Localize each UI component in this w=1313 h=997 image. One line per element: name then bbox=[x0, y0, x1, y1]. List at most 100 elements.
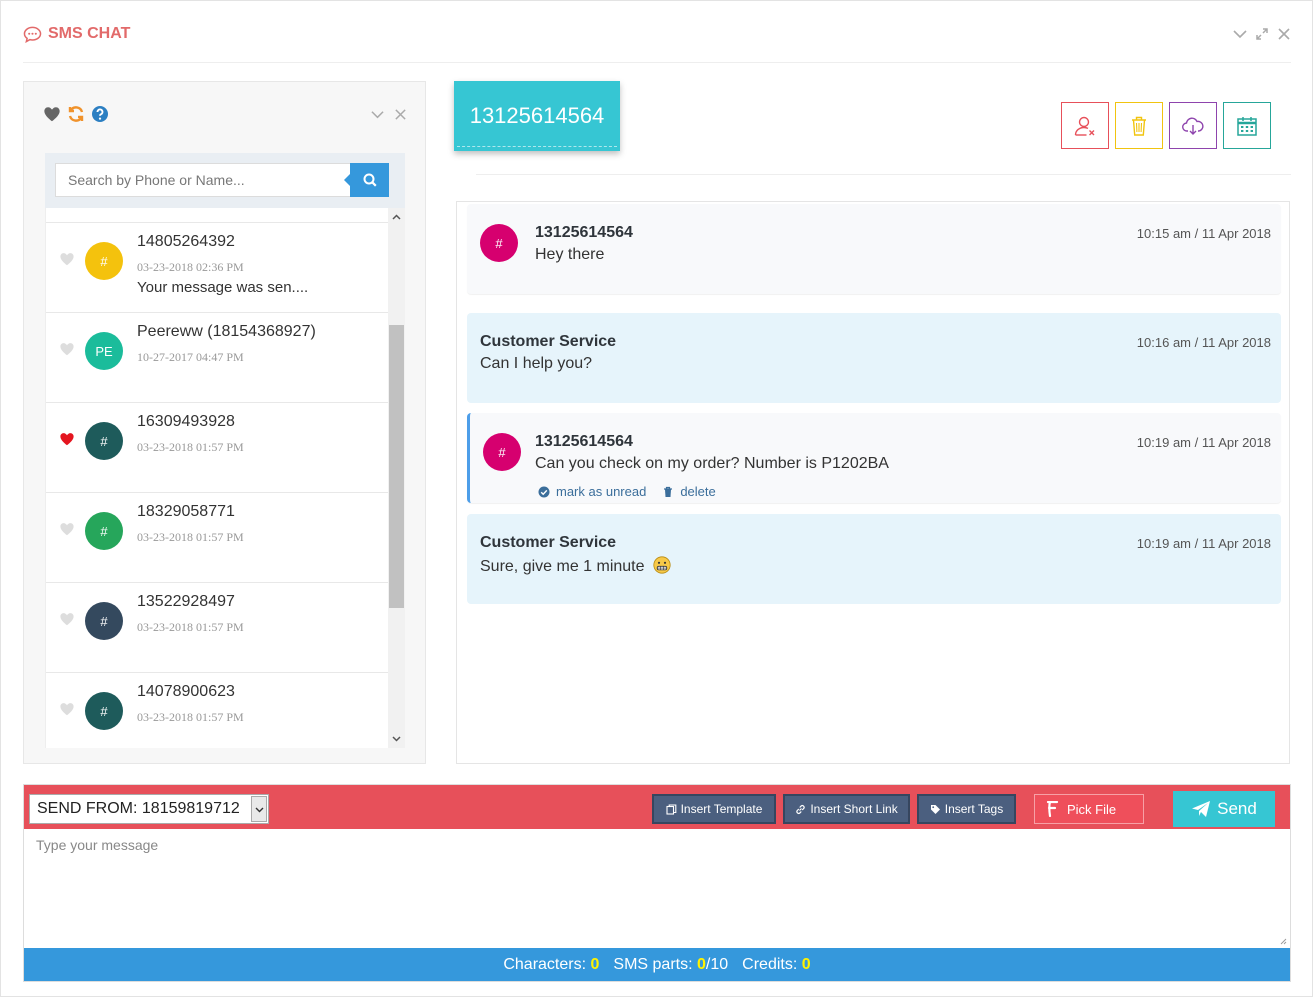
link-icon bbox=[796, 804, 806, 814]
help-icon[interactable] bbox=[91, 105, 109, 123]
refresh-icon[interactable] bbox=[67, 105, 85, 123]
contact-search-input[interactable] bbox=[55, 163, 351, 197]
scroll-up-arrow-icon[interactable] bbox=[392, 213, 401, 222]
message-incoming: # 13125614564 Can you check on my order?… bbox=[467, 413, 1281, 503]
collapse-chevron-icon[interactable] bbox=[371, 108, 384, 121]
favorite-heart-icon[interactable] bbox=[59, 612, 75, 628]
user-remove-icon bbox=[1074, 116, 1095, 136]
contact-list-scrollbar[interactable] bbox=[388, 208, 405, 748]
avatar: PE bbox=[85, 332, 123, 370]
send-button[interactable]: Send bbox=[1173, 791, 1275, 827]
contact-date: 03-23-2018 01:57 PM bbox=[137, 620, 244, 634]
fullscreen-icon[interactable] bbox=[1255, 27, 1269, 41]
portlet-title-bar: SMS CHAT bbox=[23, 1, 1291, 63]
scrollbar-thumb[interactable] bbox=[389, 325, 404, 608]
contact-item[interactable]: # 14805264392 03-23-2018 02:36 PM Your m… bbox=[46, 222, 388, 312]
close-icon[interactable] bbox=[1277, 27, 1291, 41]
message-outgoing: Customer Service Sure, give me 1 minute … bbox=[467, 514, 1281, 604]
contact-name: 14805264392 bbox=[137, 233, 235, 250]
search-button[interactable] bbox=[344, 163, 389, 197]
message-sender: 13125614564 bbox=[535, 224, 633, 241]
favorite-heart-icon[interactable] bbox=[59, 432, 75, 448]
contact-date: 03-23-2018 01:57 PM bbox=[137, 710, 244, 724]
insert-template-button[interactable]: Insert Template bbox=[652, 794, 776, 824]
trash-icon bbox=[664, 486, 673, 497]
favorite-heart-icon[interactable] bbox=[59, 252, 75, 268]
conversation-phone-badge: 13125614564 bbox=[454, 81, 620, 151]
paper-plane-icon bbox=[1192, 801, 1211, 817]
contact-date: 03-23-2018 01:57 PM bbox=[137, 440, 244, 454]
delete-label: delete bbox=[680, 484, 716, 499]
collapse-chevron-icon[interactable] bbox=[1233, 27, 1247, 41]
insert-short-link-label: Insert Short Link bbox=[810, 802, 898, 816]
message-text: Can I help you? bbox=[480, 355, 593, 372]
contact-item[interactable]: # 16309493928 03-23-2018 01:57 PM bbox=[46, 402, 388, 492]
mark-unread-link[interactable]: mark as unread bbox=[538, 484, 646, 499]
cloud-download-icon bbox=[1182, 117, 1204, 135]
message-textarea[interactable] bbox=[24, 829, 1290, 948]
contact-item[interactable]: # 14078900623 03-23-2018 01:57 PM bbox=[46, 672, 388, 748]
insert-short-link-button[interactable]: Insert Short Link bbox=[783, 794, 910, 824]
message-avatar: # bbox=[483, 433, 521, 471]
block-contact-button[interactable] bbox=[1061, 102, 1109, 149]
send-from-value: SEND FROM: 18159819712 bbox=[37, 800, 240, 817]
chat-bubble-icon bbox=[23, 26, 42, 43]
check-circle-icon bbox=[538, 486, 550, 497]
pick-file-button[interactable]: Pick File bbox=[1034, 794, 1144, 824]
sms-chat-portlet: SMS CHAT # 148052643 bbox=[0, 0, 1313, 997]
message-sender: Customer Service bbox=[480, 534, 617, 551]
tags-icon bbox=[930, 804, 940, 814]
favorite-heart-icon[interactable] bbox=[59, 702, 75, 718]
delete-conversation-button[interactable] bbox=[1115, 102, 1163, 149]
message-composer: SEND FROM: 18159819712 Insert Template I… bbox=[23, 784, 1291, 982]
close-icon[interactable] bbox=[394, 108, 407, 121]
select-arrow[interactable] bbox=[251, 796, 267, 822]
send-from-select[interactable]: SEND FROM: 18159819712 bbox=[29, 794, 269, 824]
contact-item[interactable]: # 18329058771 03-23-2018 01:57 PM bbox=[46, 492, 388, 582]
contact-name: 13522928497 bbox=[137, 593, 235, 610]
calendar-icon bbox=[1237, 116, 1257, 136]
contact-date: 03-23-2018 01:57 PM bbox=[137, 530, 244, 544]
message-avatar: # bbox=[480, 224, 518, 262]
mark-unread-label: mark as unread bbox=[556, 484, 647, 499]
grimacing-emoji-icon bbox=[653, 556, 671, 574]
favorite-heart-icon[interactable] bbox=[59, 342, 75, 358]
message-outgoing: Customer Service Can I help you? 10:16 a… bbox=[467, 313, 1281, 403]
avatar: # bbox=[85, 422, 123, 460]
contact-list: # 14805264392 03-23-2018 02:36 PM Your m… bbox=[45, 208, 388, 748]
message-thread: # 13125614564 Hey there 10:15 am / 11 Ap… bbox=[456, 201, 1290, 764]
heart-filter-icon[interactable] bbox=[43, 105, 61, 123]
download-conversation-button[interactable] bbox=[1169, 102, 1217, 149]
message-sender: 13125614564 bbox=[535, 433, 633, 450]
portlet-tools bbox=[1233, 27, 1291, 41]
contacts-panel: # 14805264392 03-23-2018 02:36 PM Your m… bbox=[23, 81, 426, 764]
insert-tags-label: Insert Tags bbox=[944, 802, 1004, 816]
characters-count: 0 bbox=[590, 955, 600, 973]
message-time: 10:16 am / 11 Apr 2018 bbox=[1136, 335, 1271, 350]
insert-tags-button[interactable]: Insert Tags bbox=[917, 794, 1016, 824]
trash-icon bbox=[1132, 116, 1146, 136]
contact-search-bar bbox=[45, 153, 405, 208]
scroll-down-arrow-icon[interactable] bbox=[392, 734, 401, 743]
copy-icon bbox=[666, 803, 676, 815]
delete-message-link[interactable]: delete bbox=[662, 484, 716, 499]
contact-item[interactable]: PE Peereww (18154368927) 10-27-2017 04:4… bbox=[46, 312, 388, 402]
message-counter-bar: Characters: 0 SMS parts: 0/10 Credits: 0 bbox=[24, 948, 1290, 981]
message-text: Sure, give me 1 minute bbox=[480, 558, 645, 575]
sms-parts-count: 0 bbox=[697, 955, 706, 973]
contact-preview: Your message was sen.... bbox=[137, 279, 309, 296]
sms-parts-label: SMS parts: bbox=[613, 955, 693, 973]
favorite-heart-icon[interactable] bbox=[59, 522, 75, 538]
resize-grip-icon[interactable] bbox=[1279, 937, 1287, 945]
contacts-panel-tools bbox=[371, 108, 407, 121]
contact-date: 10-27-2017 04:47 PM bbox=[137, 350, 244, 364]
contact-item[interactable]: # 13522928497 03-23-2018 01:57 PM bbox=[46, 582, 388, 672]
characters-label: Characters: bbox=[503, 955, 587, 973]
message-text-row: Sure, give me 1 minute bbox=[480, 556, 671, 576]
message-actions: mark as unread delete bbox=[538, 484, 716, 499]
avatar: # bbox=[85, 602, 123, 640]
credits-count: 0 bbox=[801, 955, 811, 973]
avatar: # bbox=[85, 692, 123, 730]
message-time: 10:15 am / 11 Apr 2018 bbox=[1136, 226, 1271, 241]
schedule-button[interactable] bbox=[1223, 102, 1271, 149]
